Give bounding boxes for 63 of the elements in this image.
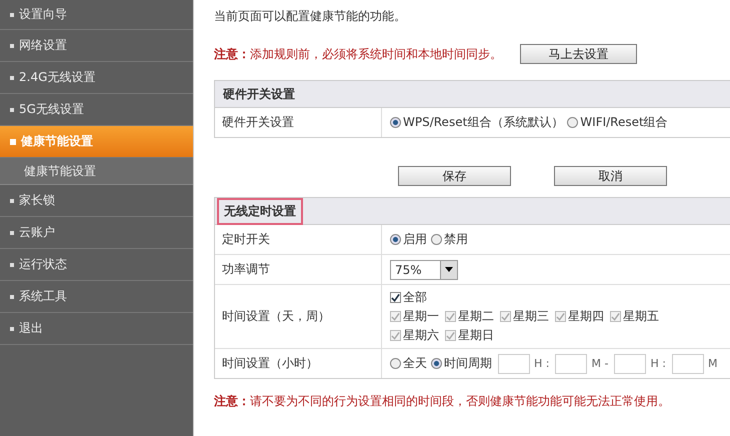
sidebar-item[interactable]: 设置向导	[0, 0, 193, 30]
section-title: 无线定时设置	[217, 198, 303, 224]
option-label: 星期三	[513, 308, 549, 325]
cancel-button[interactable]: 取消	[554, 166, 667, 186]
row-label: 硬件开关设置	[215, 108, 382, 137]
option-label: 全天	[403, 355, 427, 372]
radio-button[interactable]	[431, 234, 442, 245]
bullet-icon	[10, 262, 14, 266]
option-label: 星期日	[458, 327, 494, 344]
bullet-icon	[10, 326, 14, 330]
bullet-icon	[10, 108, 14, 112]
option-label: 禁用	[444, 231, 468, 248]
dropdown-arrow-icon	[445, 267, 453, 272]
bullet-icon	[10, 76, 14, 80]
sidebar-item[interactable]: 运行状态	[0, 249, 193, 281]
time-input[interactable]	[672, 354, 704, 374]
sidebar-item[interactable]: 网络设置	[0, 30, 193, 62]
row-label: 时间设置（小时）	[215, 349, 382, 378]
unit-label: H :	[534, 357, 550, 370]
option-label: 星期六	[403, 327, 439, 344]
option-label: 全部	[403, 289, 427, 306]
option-label: 星期一	[403, 308, 439, 325]
save-button[interactable]: 保存	[398, 166, 511, 186]
time-input[interactable]	[614, 354, 646, 374]
sidebar-item[interactable]: 家长锁	[0, 185, 193, 217]
row-label: 功率调节	[215, 255, 382, 284]
bullet-icon	[10, 12, 14, 16]
option-label: 星期二	[458, 308, 494, 325]
option-label: 时间周期	[444, 355, 492, 372]
time-input[interactable]	[555, 354, 588, 374]
sidebar-item[interactable]: 系统工具	[0, 281, 193, 313]
row-label: 时间设置（天，周）	[215, 285, 382, 348]
notice-text: 注意：请不要为不同的行为设置相同的时间段，否则健康节能功能可能无法正常使用。	[214, 393, 671, 410]
bullet-icon	[10, 230, 14, 234]
bullet-icon	[10, 198, 14, 202]
intro-text: 当前页面可以配置健康节能的功能。	[214, 8, 407, 25]
radio-button[interactable]	[390, 117, 401, 128]
option-label: 星期五	[623, 308, 659, 325]
power-select[interactable]: 75%	[390, 260, 458, 280]
option-label: WIFI/Reset组合	[580, 114, 668, 131]
unit-label: H :	[650, 357, 666, 370]
sidebar-item[interactable]: 2.4G无线设置	[0, 62, 193, 94]
bullet-icon	[10, 44, 14, 48]
sync-time-button[interactable]: 马上去设置	[520, 44, 637, 64]
option-label: 启用	[403, 231, 427, 248]
radio-button[interactable]	[390, 234, 401, 245]
sidebar-item[interactable]: 云账户	[0, 217, 193, 249]
radio-button[interactable]	[567, 117, 578, 128]
unit-label: M	[708, 357, 718, 370]
radio-button[interactable]	[390, 358, 401, 369]
unit-label: M -	[591, 357, 608, 370]
bullet-icon	[10, 138, 16, 144]
sidebar-subitem[interactable]: 健康节能设置	[0, 158, 193, 185]
radio-button[interactable]	[431, 358, 442, 369]
row-label: 定时开关	[215, 225, 382, 254]
time-input[interactable]	[498, 354, 530, 374]
checkbox[interactable]	[390, 292, 401, 303]
sidebar-item[interactable]: 退出	[0, 313, 193, 345]
option-label: WPS/Reset组合（系统默认）	[403, 114, 564, 131]
bullet-icon	[10, 294, 14, 298]
notice-text: 注意：添加规则前，必须将系统时间和本地时间同步。	[214, 46, 502, 62]
section-title: 硬件开关设置	[223, 86, 295, 102]
option-label: 星期四	[568, 308, 604, 325]
